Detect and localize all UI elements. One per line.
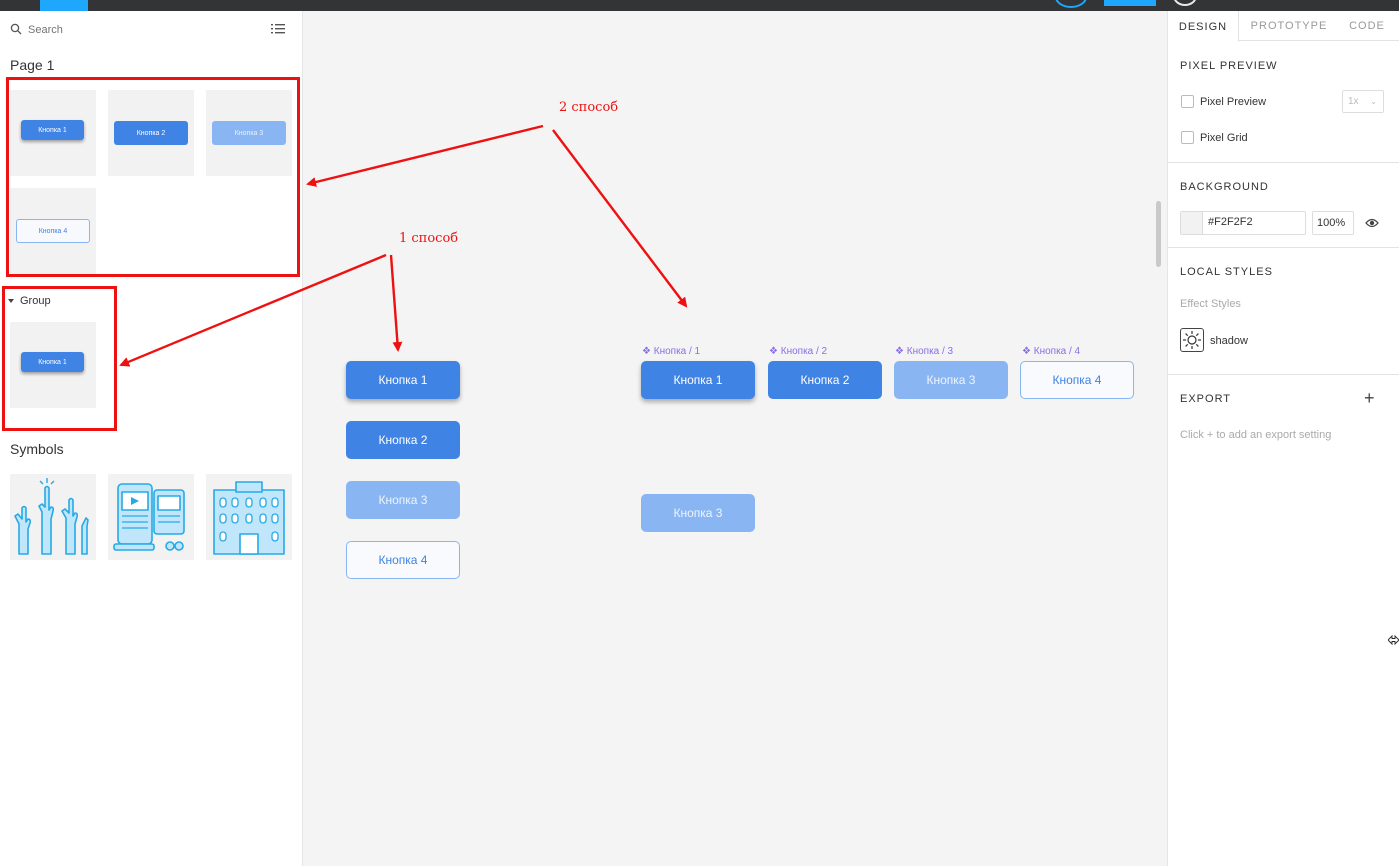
chevron-down-icon: ⌄ [1370,97,1377,106]
component-button-3[interactable]: Кнопка 3 [894,361,1008,399]
component-label-2[interactable]: ❖ Кнопка / 2 [769,346,827,357]
zoom-value: 1x [1348,96,1359,107]
pixel-preview-checkbox[interactable] [1181,95,1194,108]
tab-design[interactable]: DESIGN [1168,11,1239,42]
annotation-box-page [6,77,300,277]
properties-panel: DESIGN PROTOTYPE CODE PIXEL PREVIEW Pixe… [1167,11,1399,866]
divider [1168,374,1399,375]
canvas-scrollbar[interactable] [1156,201,1161,267]
single-button-3[interactable]: Кнопка 3 [641,494,755,532]
avatar-ring-icon[interactable] [1055,0,1087,8]
symbol-thumb-media[interactable] [108,474,194,560]
component-button-1[interactable]: Кнопка 1 [641,361,755,399]
pixel-preview-label: Pixel Preview [1200,96,1267,108]
pixel-grid-label: Pixel Grid [1200,132,1248,144]
background-hex-input[interactable] [1208,216,1300,228]
search-icon [10,23,22,35]
effect-style-name[interactable]: shadow [1210,335,1248,347]
symbol-thumb-hands[interactable] [10,474,96,560]
background-color-field[interactable] [1180,211,1306,235]
symbol-thumb-building[interactable] [206,474,292,560]
effect-styles-subheading: Effect Styles [1180,298,1241,310]
design-canvas[interactable]: Кнопка 1 Кнопка 2 Кнопка 3 Кнопка 4 ❖ Кн… [303,11,1167,866]
panel-tabs: DESIGN PROTOTYPE CODE [1168,11,1399,42]
export-hint: Click + to add an export setting [1180,429,1332,441]
eye-icon[interactable] [1365,217,1379,229]
share-button[interactable] [1104,0,1156,6]
divider [1168,162,1399,163]
help-icon[interactable] [1173,0,1197,6]
canvas-button-4[interactable]: Кнопка 4 [346,541,460,579]
list-view-icon[interactable] [271,22,285,36]
component-button-4[interactable]: Кнопка 4 [1020,361,1134,399]
canvas-button-1[interactable]: Кнопка 1 [346,361,460,399]
divider [1168,247,1399,248]
building-icon [213,481,285,555]
tablet-media-icon [113,483,185,551]
background-color-swatch[interactable] [1181,212,1203,234]
sun-effect-icon[interactable] [1180,328,1204,352]
add-export-button[interactable]: + [1364,389,1375,407]
component-label-1[interactable]: ❖ Кнопка / 1 [642,346,700,357]
pixel-zoom-select[interactable]: 1x ⌄ [1342,90,1384,113]
annotation-method-2: 2 способ [559,100,619,115]
background-heading: BACKGROUND [1180,181,1269,193]
component-label-4[interactable]: ❖ Кнопка / 4 [1022,346,1080,357]
canvas-button-2[interactable]: Кнопка 2 [346,421,460,459]
resize-cursor-icon [1388,634,1399,646]
tab-code[interactable]: CODE [1334,11,1399,41]
component-button-2[interactable]: Кнопка 2 [768,361,882,399]
active-toolbar-tab[interactable] [40,0,88,11]
top-toolbar [0,0,1399,11]
annotation-method-1: 1 способ [399,231,459,246]
annotation-box-group [2,286,117,431]
page-title: Page 1 [10,57,55,73]
pixel-preview-heading: PIXEL PREVIEW [1180,60,1278,72]
component-label-3[interactable]: ❖ Кнопка / 3 [895,346,953,357]
hands-raised-icon [14,478,89,555]
local-styles-heading: LOCAL STYLES [1180,266,1273,278]
pixel-grid-checkbox[interactable] [1181,131,1194,144]
search-bar [10,23,290,39]
tab-prototype[interactable]: PROTOTYPE [1244,11,1334,41]
symbols-title: Symbols [10,441,64,457]
background-opacity-input[interactable] [1312,211,1354,235]
export-heading: EXPORT [1180,393,1232,405]
canvas-button-3[interactable]: Кнопка 3 [346,481,460,519]
search-input[interactable] [28,23,258,37]
